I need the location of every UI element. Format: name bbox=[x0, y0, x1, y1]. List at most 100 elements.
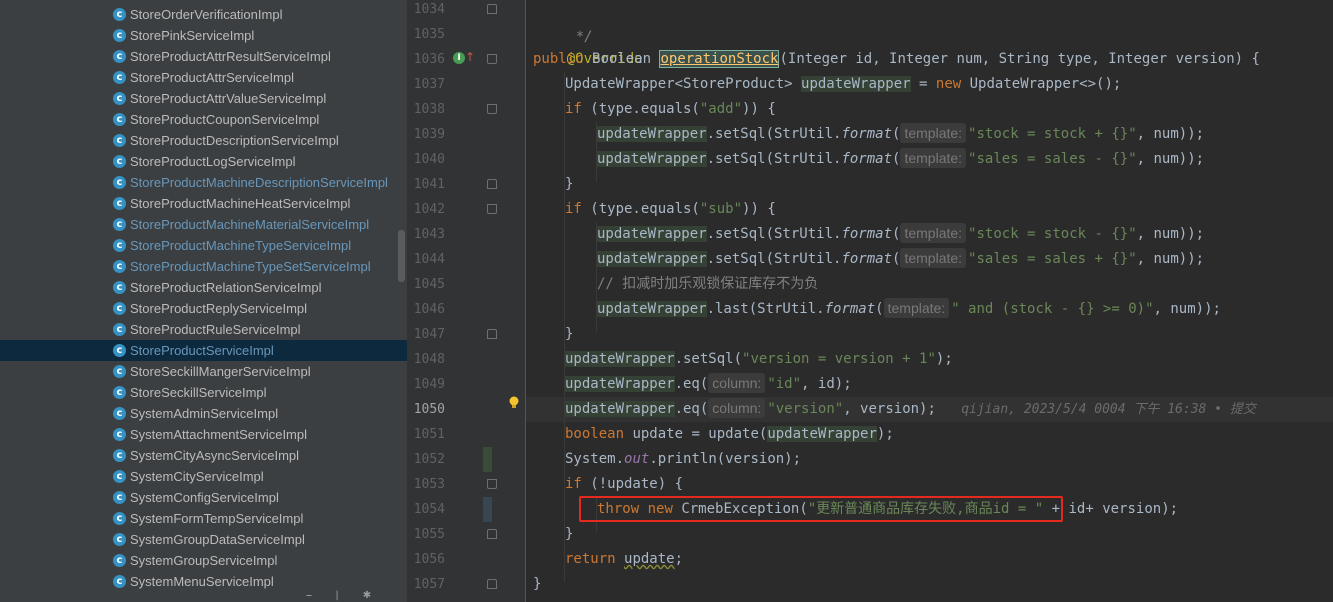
tree-item[interactable]: c SystemGroupServiceImpl bbox=[0, 550, 407, 571]
tree-item[interactable]: c SystemAttachmentServiceImpl bbox=[0, 424, 407, 445]
tree-item-label: StoreProductAttrValueServiceImpl bbox=[130, 91, 327, 106]
tree-item[interactable]: c StoreProductAttrServiceImpl bbox=[0, 67, 407, 88]
code-line-1035: @Override bbox=[566, 51, 643, 67]
tree-item[interactable]: c StorePinkServiceImpl bbox=[0, 25, 407, 46]
tree-item[interactable]: c StoreProductMachineMaterialServiceImpl bbox=[0, 214, 407, 235]
settings-icon[interactable]: ✱ bbox=[360, 591, 374, 602]
line-number[interactable]: 1057 bbox=[407, 572, 445, 597]
tree-item[interactable]: c SystemCityAsyncServiceImpl bbox=[0, 445, 407, 466]
line-number[interactable]: 1041 bbox=[407, 172, 445, 197]
line-number[interactable]: 1040 bbox=[407, 147, 445, 172]
tree-item-label: StoreProductServiceImpl bbox=[130, 343, 274, 358]
tree-item[interactable]: c StoreProductAttrValueServiceImpl bbox=[0, 88, 407, 109]
line-number[interactable]: 1050 bbox=[407, 397, 445, 422]
tree-item-label: StoreProductDescriptionServiceImpl bbox=[130, 133, 339, 148]
tree-item[interactable]: c StoreProductReplyServiceImpl bbox=[0, 298, 407, 319]
tree-item[interactable]: c StoreSeckillMangerServiceImpl bbox=[0, 361, 407, 382]
code-line-1039: updateWrapper.setSql(StrUtil.format(temp… bbox=[597, 123, 1205, 143]
tree-item[interactable]: c StoreProductRelationServiceImpl bbox=[0, 277, 407, 298]
fold-toggle-icon[interactable] bbox=[487, 579, 497, 589]
line-number[interactable]: 1056 bbox=[407, 547, 445, 572]
param-hint-column: column: bbox=[708, 373, 766, 393]
lightbulb-icon[interactable] bbox=[508, 396, 520, 410]
tree-item[interactable]: c StoreProductMachineTypeServiceImpl bbox=[0, 235, 407, 256]
java-class-icon: c bbox=[113, 575, 126, 588]
line-number[interactable]: 1036 bbox=[407, 47, 445, 72]
line-number[interactable]: 1042 bbox=[407, 197, 445, 222]
fold-toggle-icon[interactable] bbox=[487, 204, 497, 214]
line-number[interactable]: 1049 bbox=[407, 372, 445, 397]
line-number[interactable]: 1043 bbox=[407, 222, 445, 247]
tree-item[interactable]: c StoreProductServiceImpl bbox=[0, 340, 407, 361]
tree-item[interactable]: c SystemConfigServiceImpl bbox=[0, 487, 407, 508]
code-line-1053: if (!update) { bbox=[565, 476, 684, 492]
fold-toggle-icon[interactable] bbox=[487, 4, 497, 14]
tree-scrollbar[interactable] bbox=[398, 230, 405, 282]
tree-item[interactable]: c StoreSeckillServiceImpl bbox=[0, 382, 407, 403]
implements-arrow-icon[interactable]: ↑ bbox=[465, 50, 475, 64]
tree-item-label: StoreProductMachineMaterialServiceImpl bbox=[130, 217, 370, 232]
line-number[interactable]: 1052 bbox=[407, 447, 445, 472]
vcs-change-marker[interactable] bbox=[483, 447, 492, 472]
param-hint-column: column: bbox=[708, 398, 766, 418]
tree-item[interactable]: c SystemCityServiceImpl bbox=[0, 466, 407, 487]
line-number[interactable]: 1048 bbox=[407, 347, 445, 372]
line-number[interactable]: 1053 bbox=[407, 472, 445, 497]
tree-item[interactable]: c StoreProductAttrResultServiceImpl bbox=[0, 46, 407, 67]
tree-item-label: StoreProductRuleServiceImpl bbox=[130, 322, 301, 337]
line-number[interactable]: 1045 bbox=[407, 272, 445, 297]
tree-item[interactable]: c StoreProductMachineDescriptionServiceIm… bbox=[0, 172, 407, 193]
tree-item-label: StoreProductReplyServiceImpl bbox=[130, 301, 308, 316]
tree-item[interactable]: c StoreOrderVerificationImpl bbox=[0, 4, 407, 25]
java-class-icon: c bbox=[113, 449, 126, 462]
tree-item[interactable]: c SystemFormTempServiceImpl bbox=[0, 508, 407, 529]
param-hint-template: template: bbox=[900, 248, 967, 268]
tree-item[interactable]: c StoreProductLogServiceImpl bbox=[0, 151, 407, 172]
fold-toggle-icon[interactable] bbox=[487, 104, 497, 114]
divider-icon[interactable]: | bbox=[330, 591, 344, 602]
java-class-icon: c bbox=[113, 470, 126, 483]
fold-toggle-icon[interactable] bbox=[487, 329, 497, 339]
param-hint-template: template: bbox=[883, 298, 950, 318]
collapse-all-icon[interactable]: ⎯ bbox=[302, 591, 316, 602]
tree-item[interactable]: c StoreProductMachineTypeSetServiceImpl bbox=[0, 256, 407, 277]
line-number[interactable]: 1035 bbox=[407, 22, 445, 47]
line-number[interactable]: 1039 bbox=[407, 122, 445, 147]
line-number[interactable]: 1047 bbox=[407, 322, 445, 347]
line-number[interactable]: 1046 bbox=[407, 297, 445, 322]
java-class-icon: c bbox=[113, 92, 126, 105]
fold-toggle-icon[interactable] bbox=[487, 54, 497, 64]
code-line-1051: boolean update = update(updateWrapper); bbox=[565, 426, 894, 442]
tree-item[interactable]: c SystemAdminServiceImpl bbox=[0, 403, 407, 424]
override-method-icon[interactable]: I bbox=[453, 52, 465, 64]
code-line-1044: updateWrapper.setSql(StrUtil.format(temp… bbox=[597, 248, 1205, 268]
fold-toggle-icon[interactable] bbox=[487, 479, 497, 489]
tree-item[interactable]: c StoreProductRuleServiceImpl bbox=[0, 319, 407, 340]
tree-item[interactable]: c SystemMenuServiceImpl bbox=[0, 571, 407, 592]
tree-item[interactable]: c StoreProductDescriptionServiceImpl bbox=[0, 130, 407, 151]
line-number[interactable]: 1051 bbox=[407, 422, 445, 447]
method-name-operationStock[interactable]: operationStock bbox=[659, 50, 780, 68]
java-class-icon: c bbox=[113, 176, 126, 189]
line-number[interactable]: 1034 bbox=[407, 0, 445, 22]
vcs-change-marker[interactable] bbox=[483, 497, 492, 522]
fold-toggle-icon[interactable] bbox=[487, 529, 497, 539]
tree-item[interactable]: c StoreProductCouponServiceImpl bbox=[0, 109, 407, 130]
java-class-icon: c bbox=[113, 365, 126, 378]
line-number[interactable]: 1044 bbox=[407, 247, 445, 272]
java-class-icon: c bbox=[113, 134, 126, 147]
git-blame-annotation: qijian, 2023/5/4 0004 下午 16:38 • 提交 bbox=[961, 402, 1256, 417]
line-number[interactable]: 1054 bbox=[407, 497, 445, 522]
tree-item-label: StoreSeckillMangerServiceImpl bbox=[130, 364, 311, 379]
fold-toggle-icon[interactable] bbox=[487, 179, 497, 189]
tree-item[interactable]: c SystemGroupDataServiceImpl bbox=[0, 529, 407, 550]
code-line-1057: } bbox=[533, 576, 542, 592]
code-line-1047: } bbox=[565, 326, 574, 342]
java-class-icon: c bbox=[113, 554, 126, 567]
line-number[interactable]: 1037 bbox=[407, 72, 445, 97]
tree-item-label: StoreSeckillServiceImpl bbox=[130, 385, 267, 400]
line-number[interactable]: 1038 bbox=[407, 97, 445, 122]
code-line-1050: updateWrapper.eq(column: "version", versi… bbox=[565, 398, 1256, 418]
tree-item[interactable]: c StoreProductMachineHeatServiceImpl bbox=[0, 193, 407, 214]
line-number[interactable]: 1055 bbox=[407, 522, 445, 547]
